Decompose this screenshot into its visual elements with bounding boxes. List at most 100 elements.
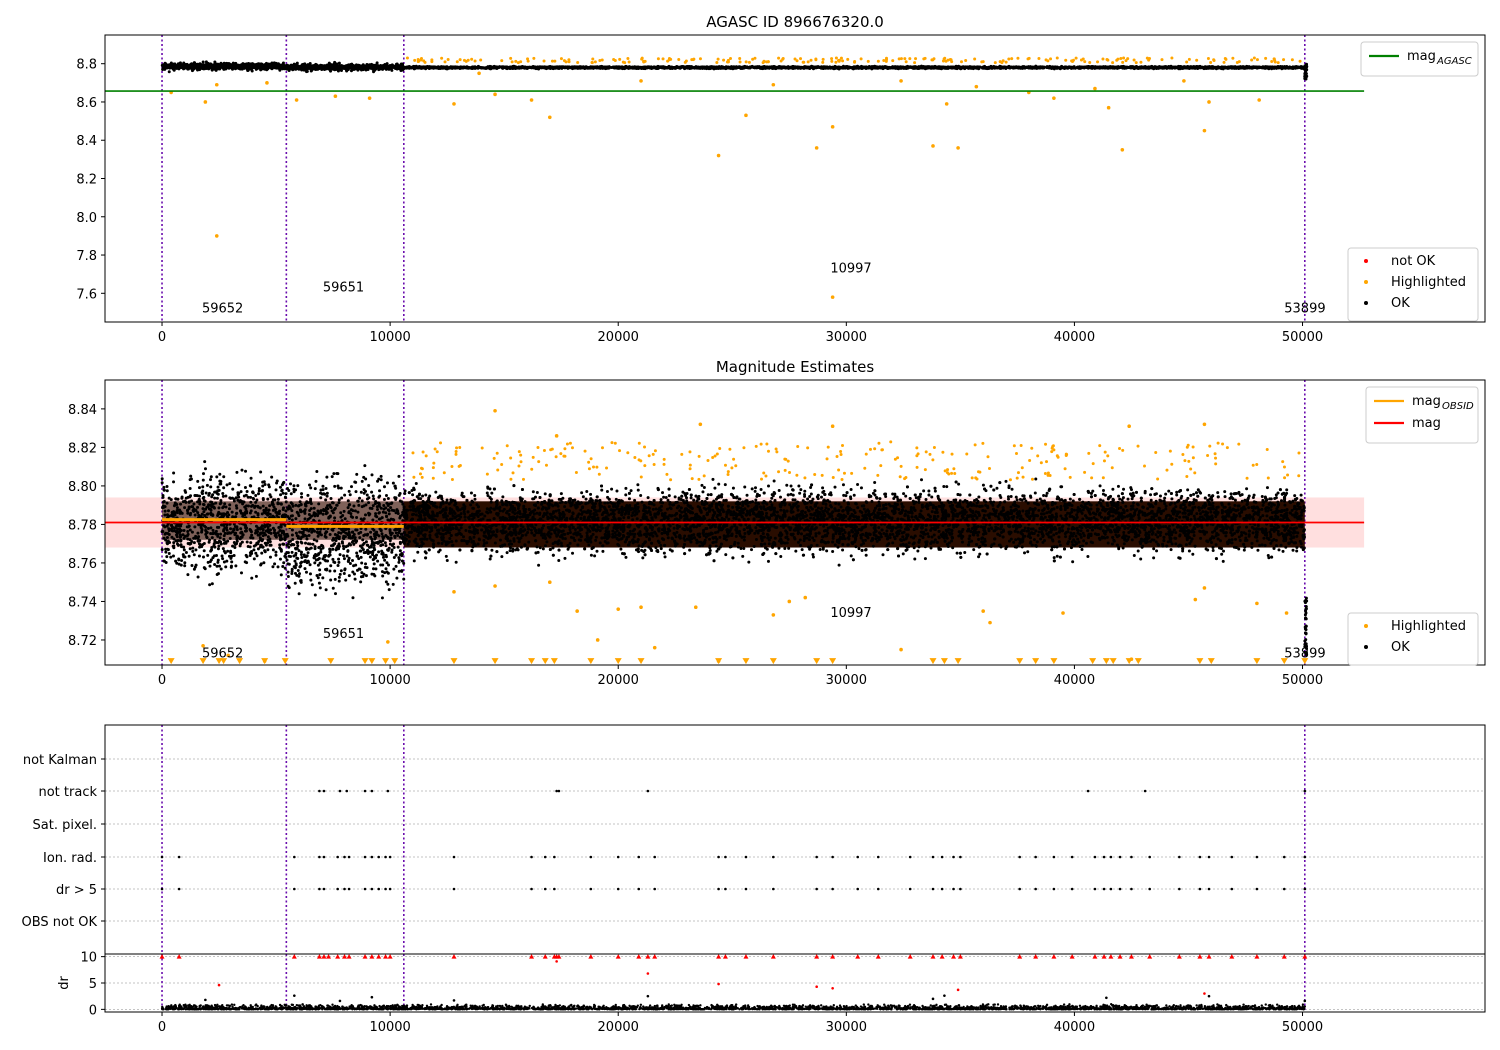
ok-point <box>404 66 408 70</box>
ok-point <box>209 66 213 70</box>
ok-point <box>1281 65 1285 69</box>
ok-point <box>1160 66 1164 70</box>
highlighted-point <box>1195 58 1199 62</box>
ok-point <box>589 65 593 69</box>
ok-point <box>792 66 796 70</box>
ok-point <box>276 64 280 68</box>
ok-point <box>867 65 871 69</box>
ok-point <box>181 64 185 68</box>
ok-point <box>743 64 747 68</box>
highlighted-point <box>913 61 917 65</box>
ok-point <box>1090 66 1094 70</box>
highlighted-point <box>1282 58 1286 62</box>
ok-point <box>1261 65 1265 69</box>
highlighted-point <box>417 59 421 63</box>
ok-point <box>213 60 217 64</box>
highlighted-point <box>466 58 470 62</box>
ok-point <box>728 66 732 70</box>
ok-point <box>375 61 379 65</box>
ok-point <box>193 66 197 70</box>
ok-point <box>533 65 537 69</box>
ok-point <box>812 65 816 69</box>
ok-point <box>325 63 329 67</box>
ok-point <box>760 65 764 69</box>
highlighted-point <box>809 58 813 62</box>
ok-point <box>930 65 934 69</box>
highlighted-point <box>413 58 417 62</box>
highlighted-point <box>1139 60 1143 64</box>
ok-point <box>394 62 398 66</box>
highlighted-point <box>455 60 459 64</box>
highlighted-point <box>806 60 810 64</box>
ok-point <box>168 66 172 70</box>
ok-point <box>1069 66 1073 70</box>
highlighted-point <box>1231 56 1235 60</box>
ok-point <box>401 68 405 72</box>
ok-point <box>315 65 319 69</box>
ok-point <box>1204 65 1208 69</box>
highlighted-point <box>1007 57 1011 61</box>
ok-point <box>1063 65 1067 69</box>
ok-point <box>443 66 447 70</box>
highlighted-point <box>903 57 907 61</box>
ok-point <box>678 65 682 69</box>
ok-point <box>968 65 972 69</box>
ok-point <box>1133 66 1137 70</box>
highlighted-point <box>430 60 434 64</box>
ok-point <box>598 65 602 69</box>
ok-point <box>344 64 348 68</box>
ok-point <box>1245 65 1249 69</box>
ok-point <box>1101 65 1105 69</box>
ok-point <box>357 67 361 71</box>
highlighted-point <box>405 56 409 60</box>
highlighted-point <box>618 57 622 61</box>
ok-point <box>571 67 575 71</box>
ok-point <box>899 65 903 69</box>
ok-point <box>622 66 626 70</box>
ok-point <box>1004 66 1008 70</box>
highlighted-point <box>753 56 757 60</box>
ok-point <box>795 65 799 69</box>
ok-point <box>502 65 506 69</box>
ok-point <box>250 69 254 73</box>
ok-point <box>1121 65 1125 69</box>
ok-point <box>385 62 389 66</box>
highlighted-point <box>876 59 880 63</box>
highlighted-point <box>593 60 597 64</box>
ok-point <box>752 66 756 70</box>
ok-point <box>1222 65 1226 69</box>
highlighted-point <box>626 56 630 60</box>
ok-point <box>231 63 235 67</box>
highlighted-point <box>1147 58 1151 62</box>
ok-point <box>565 65 569 69</box>
ok-point <box>360 65 364 69</box>
ok-point <box>1251 66 1255 70</box>
ok-point <box>198 67 202 71</box>
highlighted-point <box>514 59 518 63</box>
highlighted-point <box>904 60 908 64</box>
ok-point <box>477 65 481 69</box>
highlighted-point <box>1074 56 1078 60</box>
ok-point <box>740 65 744 69</box>
ok-point <box>853 66 857 70</box>
highlighted-point <box>542 59 546 63</box>
ok-point <box>430 65 434 69</box>
highlighted-point <box>801 60 805 64</box>
ok-point <box>973 66 977 70</box>
highlighted-point <box>470 57 474 61</box>
ok-point <box>306 64 310 68</box>
highlighted-point <box>1273 60 1277 64</box>
highlighted-point <box>1079 58 1083 62</box>
ok-point <box>962 65 966 69</box>
ok-point <box>860 65 864 69</box>
ok-point <box>1157 65 1161 69</box>
ok-point <box>242 64 246 68</box>
highlighted-point <box>473 59 477 63</box>
highlighted-point <box>762 59 766 63</box>
ok-point <box>215 65 219 69</box>
ok-point <box>329 69 333 73</box>
highlighted-point <box>642 59 646 63</box>
ok-point <box>714 66 718 70</box>
highlighted-point <box>526 57 530 61</box>
highlighted-point <box>814 58 818 62</box>
